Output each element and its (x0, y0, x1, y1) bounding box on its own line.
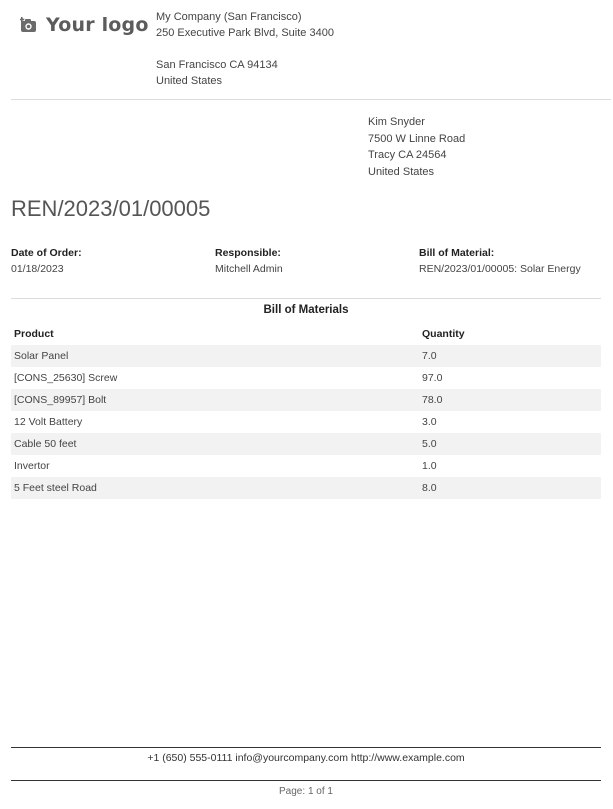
product-cell: Invertor (14, 460, 50, 472)
recipient-street: 7500 W Linne Road (368, 132, 466, 145)
date-of-order-label: Date of Order: (11, 247, 82, 259)
page-prefix: Page: (279, 786, 306, 797)
document-title: REN/2023/01/00005 (11, 196, 211, 221)
recipient-country: United States (368, 165, 435, 178)
company-country: United States (156, 75, 223, 87)
quantity-cell: 7.0 (419, 345, 601, 367)
page-current: 1 (307, 786, 314, 797)
company-name: My Company (San Francisco) (156, 11, 302, 23)
responsible-value: Mitchell Admin (215, 263, 283, 275)
quantity-cell: 5.0 (419, 433, 601, 455)
bill-of-material-label: Bill of Material: (419, 247, 495, 259)
table-row: Invertor 1.0 (11, 455, 601, 477)
recipient-city-line: Tracy CA 24564 (368, 149, 447, 161)
product-cell: Solar Panel (11, 345, 419, 367)
bill-of-material-value: REN/2023/01/00005: Solar Energy (419, 263, 581, 275)
page-number: Page: 1 of 1 (11, 786, 601, 797)
company-logo: Your logo (20, 12, 149, 38)
product-cell: 5 Feet steel Road (11, 477, 419, 499)
product-cell: Cable 50 feet (11, 433, 419, 455)
product-cell: [CONS_25630] Screw (14, 372, 118, 384)
responsible-label: Responsible: (215, 247, 281, 259)
bom-table: Product Quantity Solar Panel 7.0 [CONS_2… (11, 323, 601, 499)
table-row: 5 Feet steel Road 8.0 (11, 477, 601, 499)
bom-heading: Bill of Materials (263, 304, 349, 316)
recipient-address: Kim Snyder 7500 W Linne Road Tracy CA 24… (368, 114, 465, 180)
quantity-cell: 97.0 (422, 372, 443, 384)
quantity-cell: 1.0 (422, 460, 437, 472)
table-row: Cable 50 feet 5.0 (11, 433, 601, 455)
company-street: 250 Executive Park Blvd, Suite 3400 (156, 27, 334, 39)
camera-plus-icon (20, 17, 38, 33)
date-of-order: Date of Order: 01/18/2023 (11, 245, 82, 277)
company-address: My Company (San Francisco) 250 Executive… (156, 9, 334, 89)
quantity-cell: 8.0 (419, 477, 601, 499)
page-total: 1 (327, 786, 333, 797)
product-cell: 12 Volt Battery (14, 416, 83, 428)
page-of: of (316, 786, 325, 797)
table-row: 12 Volt Battery 3.0 (11, 411, 601, 433)
responsible: Responsible: Mitchell Admin (215, 245, 283, 277)
header-quantity: Quantity (422, 328, 465, 340)
footer-divider-top (11, 747, 601, 748)
footer-divider-bottom (11, 780, 601, 781)
quantity-cell: 3.0 (422, 416, 437, 428)
logo-text: Your logo (46, 14, 149, 36)
product-cell: [CONS_89957] Bolt (11, 389, 419, 411)
company-city-line: San Francisco CA 94134 (156, 59, 278, 71)
table-row: Solar Panel 7.0 (11, 345, 601, 367)
header-product: Product (14, 328, 54, 340)
table-header-row: Product Quantity (11, 323, 601, 345)
quantity-cell: 78.0 (419, 389, 601, 411)
section-divider (11, 298, 601, 299)
date-of-order-value: 01/18/2023 (11, 263, 64, 275)
table-row: [CONS_25630] Screw 97.0 (11, 367, 601, 389)
header-divider (11, 99, 611, 100)
recipient-name: Kim Snyder (368, 116, 425, 128)
bill-of-material: Bill of Material: REN/2023/01/00005: Sol… (419, 245, 581, 277)
table-row: [CONS_89957] Bolt 78.0 (11, 389, 601, 411)
footer-contact: +1 (650) 555-0111 info@yourcompany.com h… (147, 752, 465, 764)
